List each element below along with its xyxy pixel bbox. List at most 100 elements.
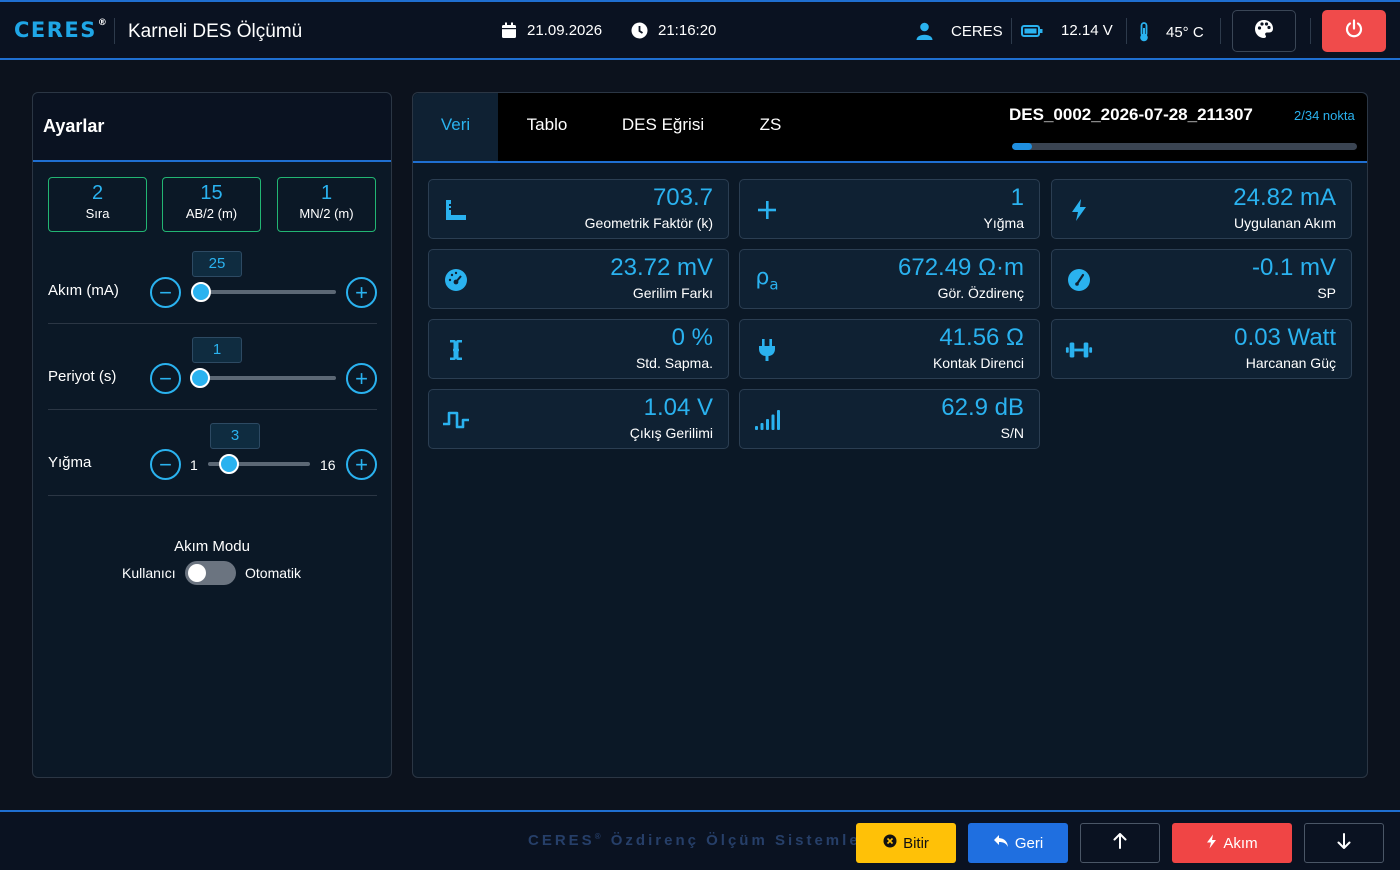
back-button[interactable]: Geri bbox=[968, 823, 1068, 863]
divider bbox=[48, 495, 377, 496]
power-button[interactable] bbox=[1322, 10, 1386, 52]
metric-card: 1.04 V Çıkış Gerilimi bbox=[428, 389, 729, 449]
metric-label: S/N bbox=[1000, 425, 1024, 441]
divider bbox=[48, 323, 377, 324]
metric-card: ρa 672.49 Ω·m Gör. Özdirenç bbox=[739, 249, 1040, 309]
power-icon bbox=[1344, 18, 1364, 44]
stacking-label: Yığma bbox=[48, 454, 92, 471]
move-up-button[interactable] bbox=[1080, 823, 1160, 863]
row-info-box: 2 Sıra bbox=[48, 177, 147, 232]
bottom-bar: CERES® Özdirenç Ölçüm Sistemleri Bitir G… bbox=[0, 810, 1400, 870]
top-bar: CERES® Karneli DES Ölçümü 21.09.2026 21:… bbox=[0, 0, 1400, 60]
tab-zs[interactable]: ZS bbox=[743, 93, 798, 161]
current-slider-track[interactable] bbox=[191, 290, 336, 294]
plus-icon bbox=[753, 196, 781, 224]
time-text: 21:16:20 bbox=[658, 22, 717, 39]
header-separator bbox=[1220, 18, 1221, 44]
gauge-icon bbox=[442, 266, 470, 294]
metric-card: 1 Yığma bbox=[739, 179, 1040, 239]
current-label: Akım (mA) bbox=[48, 282, 119, 299]
palette-icon bbox=[1254, 19, 1274, 44]
period-slider-thumb[interactable] bbox=[190, 368, 210, 388]
metric-value: -0.1 mV bbox=[1251, 254, 1336, 281]
header-separator bbox=[1310, 18, 1311, 44]
file-name: DES_0002_2026-07-28_211307 bbox=[1009, 105, 1253, 124]
period-decrease-button[interactable]: − bbox=[150, 363, 181, 394]
info-label: MN/2 (m) bbox=[299, 206, 354, 221]
current-value: 25 bbox=[192, 251, 242, 277]
metric-value: 703.7 bbox=[652, 184, 713, 211]
metric-label: Gör. Özdirenç bbox=[937, 285, 1024, 301]
back-button-label: Geri bbox=[1014, 834, 1044, 852]
metric-label: SP bbox=[1317, 285, 1336, 301]
header-separator bbox=[1126, 18, 1127, 44]
toggle-knob bbox=[188, 564, 206, 582]
battery-icon bbox=[1021, 24, 1043, 38]
metric-value: 24.82 mA bbox=[1233, 184, 1336, 211]
reply-icon bbox=[993, 834, 1009, 852]
info-value: 1 bbox=[320, 182, 333, 204]
arrow-up-icon bbox=[1113, 833, 1127, 853]
metric-value: 1 bbox=[1010, 184, 1024, 211]
metric-value: 41.56 Ω bbox=[939, 324, 1024, 351]
period-value: 1 bbox=[192, 337, 242, 363]
metric-card: 23.72 mV Gerilim Farkı bbox=[428, 249, 729, 309]
pulse-wave-icon bbox=[442, 406, 470, 434]
metric-label: Harcanan Güç bbox=[1245, 355, 1336, 371]
settings-panel: Ayarlar 2 Sıra 15 AB/2 (m) 1 MN/2 (m) 25… bbox=[32, 92, 392, 778]
battery-display: 12.14 V bbox=[1021, 22, 1113, 39]
current-button-label: Akım bbox=[1223, 834, 1258, 852]
metric-card: 62.9 dB S/N bbox=[739, 389, 1040, 449]
tab-des-curve[interactable]: DES Eğrisi bbox=[603, 93, 723, 161]
current-mode-toggle[interactable] bbox=[185, 561, 236, 585]
move-down-button[interactable] bbox=[1304, 823, 1384, 863]
finish-button-label: Bitir bbox=[903, 834, 929, 852]
date-text: 21.09.2026 bbox=[527, 22, 603, 39]
current-decrease-button[interactable]: − bbox=[150, 277, 181, 308]
tab-table[interactable]: Tablo bbox=[508, 93, 586, 161]
metric-card: 0.03 Watt Harcanan Güç bbox=[1051, 319, 1352, 379]
dial-icon bbox=[1065, 266, 1093, 294]
stacking-decrease-button[interactable]: − bbox=[150, 449, 181, 480]
theme-button[interactable] bbox=[1232, 10, 1296, 52]
point-count: 2/34 nokta bbox=[1294, 108, 1355, 123]
logo: CERES® bbox=[14, 18, 107, 42]
finish-button[interactable]: Bitir bbox=[856, 823, 956, 863]
info-label: Sıra bbox=[85, 206, 110, 221]
calendar-icon bbox=[501, 22, 517, 39]
stacking-increase-button[interactable]: + bbox=[346, 449, 377, 480]
page-title: Karneli DES Ölçümü bbox=[128, 21, 303, 42]
tab-data[interactable]: Veri bbox=[413, 93, 498, 161]
stacking-slider-thumb[interactable] bbox=[219, 454, 239, 474]
apply-current-button[interactable]: Akım bbox=[1172, 823, 1292, 863]
metric-value: 23.72 mV bbox=[610, 254, 713, 281]
period-increase-button[interactable]: + bbox=[346, 363, 377, 394]
metric-value: 62.9 dB bbox=[941, 394, 1024, 421]
metric-card: 24.82 mA Uygulanan Akım bbox=[1051, 179, 1352, 239]
temperature-text: 45° C bbox=[1166, 23, 1204, 41]
info-label: AB/2 (m) bbox=[185, 206, 238, 221]
user-icon bbox=[916, 22, 933, 40]
mn2-info-box: 1 MN/2 (m) bbox=[277, 177, 376, 232]
period-slider-track[interactable] bbox=[191, 376, 336, 380]
metric-label: Kontak Direnci bbox=[932, 355, 1024, 371]
plug-icon bbox=[753, 336, 781, 364]
info-value: 2 bbox=[91, 182, 104, 204]
arrow-down-icon bbox=[1337, 833, 1351, 853]
current-increase-button[interactable]: + bbox=[346, 277, 377, 308]
signal-bars-icon bbox=[753, 406, 781, 434]
mode-auto-label: Otomatik bbox=[245, 565, 302, 581]
metric-value: 672.49 Ω·m bbox=[898, 254, 1024, 281]
rho-icon: ρa bbox=[755, 265, 779, 294]
metric-card: 41.56 Ω Kontak Direnci bbox=[739, 319, 1040, 379]
metric-label: Gerilim Farkı bbox=[632, 285, 713, 301]
clock-icon bbox=[631, 22, 648, 39]
metric-card: 0 % Std. Sapma. bbox=[428, 319, 729, 379]
mode-user-label: Kullanıcı bbox=[122, 565, 176, 581]
bolt-icon bbox=[1065, 196, 1093, 224]
user-display: CERES bbox=[916, 22, 1003, 40]
metric-card: -0.1 mV SP bbox=[1051, 249, 1352, 309]
metric-label: Uygulanan Akım bbox=[1234, 215, 1336, 231]
current-slider-thumb[interactable] bbox=[191, 282, 211, 302]
info-value: 15 bbox=[200, 182, 223, 204]
